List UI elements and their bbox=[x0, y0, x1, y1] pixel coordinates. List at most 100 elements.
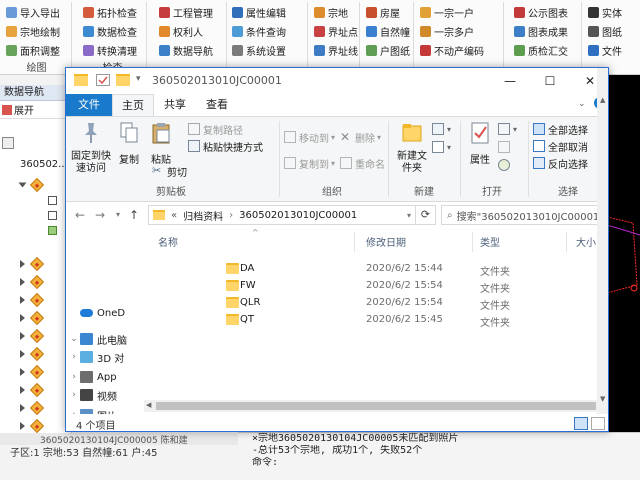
topology-check-button[interactable]: 拓扑检查 bbox=[83, 4, 137, 21]
sheet-button[interactable]: 图纸 bbox=[588, 23, 622, 40]
nav-item-3d-objects[interactable]: › 3D 对 bbox=[68, 348, 124, 366]
file-row[interactable]: FW 2020/6/2 15:54 文件夹 bbox=[144, 278, 596, 295]
column-header-modified[interactable]: 修改日期 bbox=[366, 234, 406, 250]
command-window[interactable]: ×宗地3605020130104JC00005未匹配到照片 -总计53个宗地, … bbox=[238, 432, 640, 480]
tree-root[interactable]: 360502... bbox=[2, 159, 68, 170]
house-button[interactable]: 房屋 bbox=[366, 4, 400, 21]
nav-item-onedrive[interactable]: OneD bbox=[68, 304, 125, 322]
address-bar[interactable]: « 归档资料 › 360502013010JC00001 ▾ bbox=[148, 205, 416, 225]
move-to-button[interactable]: 移动到 ▾ bbox=[284, 129, 335, 145]
column-header-name[interactable]: 名称 bbox=[158, 234, 178, 250]
file-row[interactable]: QT 2020/6/2 15:45 文件夹 bbox=[144, 312, 596, 329]
history-button[interactable] bbox=[498, 157, 513, 173]
boundary-point-button[interactable]: 界址点 bbox=[314, 23, 358, 40]
minimize-button[interactable]: — bbox=[490, 68, 530, 94]
project-manage-button[interactable]: 工程管理 bbox=[159, 4, 213, 21]
nav-item-videos[interactable]: › 视频 bbox=[68, 386, 117, 404]
horizontal-scroll-thumb[interactable] bbox=[156, 402, 596, 410]
properties-button[interactable]: 属性 bbox=[466, 121, 494, 166]
forward-button[interactable]: → bbox=[92, 207, 108, 223]
file-button[interactable]: 文件 bbox=[588, 42, 622, 59]
scroll-down-icon[interactable]: ▼ bbox=[600, 395, 605, 403]
title-bar[interactable]: ▾ 360502013010JC00001 — ☐ ✕ bbox=[66, 68, 608, 94]
command-prompt[interactable]: 命令: bbox=[252, 457, 640, 469]
copy-path-button[interactable]: 复制路径 bbox=[188, 121, 243, 137]
expand-button[interactable]: 展开 bbox=[14, 102, 34, 117]
delete-button[interactable]: ✕ 删除 ▾ bbox=[340, 129, 381, 145]
column-separator[interactable] bbox=[472, 232, 473, 252]
nav-item-this-pc[interactable]: ⌄ 此电脑 bbox=[68, 330, 127, 348]
tab-view[interactable]: 查看 bbox=[198, 94, 236, 116]
paste-shortcut-button[interactable]: 粘贴快捷方式 bbox=[188, 138, 263, 154]
refresh-button[interactable]: ⟳ bbox=[416, 205, 436, 225]
new-folder-quick-icon[interactable] bbox=[116, 74, 130, 86]
up-button[interactable]: ↑ bbox=[126, 207, 142, 223]
entity-button[interactable]: 实体 bbox=[588, 4, 622, 21]
ribbon-expand-icon[interactable]: ⌄ bbox=[578, 99, 586, 109]
file-row[interactable]: DA 2020/6/2 15:44 文件夹 bbox=[144, 261, 596, 278]
breadcrumb-item[interactable]: 归档资料 bbox=[183, 208, 223, 223]
quality-submit-button[interactable]: 质检汇交 bbox=[514, 42, 568, 59]
scroll-up-icon[interactable]: ▲ bbox=[600, 96, 605, 104]
boundary-line-button[interactable]: 界址线 bbox=[314, 42, 358, 59]
public-chart-button[interactable]: 公示图表 bbox=[514, 4, 568, 21]
tree-node[interactable] bbox=[20, 310, 70, 326]
column-separator[interactable] bbox=[354, 232, 355, 252]
tab-file[interactable]: 文件 bbox=[66, 94, 112, 116]
large-icons-view-button[interactable] bbox=[591, 417, 605, 430]
data-navigation-button[interactable]: 数据导航 bbox=[159, 42, 213, 59]
cut-button[interactable]: ✂ 剪切 bbox=[152, 163, 187, 179]
one-parcel-multi-unit-button[interactable]: 一宗多户 bbox=[420, 23, 474, 40]
tree-node[interactable] bbox=[20, 364, 70, 380]
tree-node[interactable] bbox=[18, 177, 70, 193]
scroll-left-icon[interactable]: ◀ bbox=[146, 401, 151, 409]
tree-node[interactable] bbox=[20, 328, 70, 344]
tree-node[interactable] bbox=[20, 274, 70, 290]
edit-button[interactable] bbox=[498, 139, 513, 155]
chart-results-button[interactable]: 图表成果 bbox=[514, 23, 568, 40]
convert-clean-button[interactable]: 转换清理 bbox=[83, 42, 137, 59]
tree-node[interactable] bbox=[20, 400, 70, 416]
tree-child[interactable] bbox=[36, 223, 66, 238]
maximize-button[interactable]: ☐ bbox=[530, 68, 570, 94]
map-canvas[interactable] bbox=[607, 75, 640, 432]
tree-node[interactable] bbox=[20, 346, 70, 362]
parcel-button[interactable]: 宗地 bbox=[314, 4, 348, 21]
easy-access-button[interactable]: ▾ bbox=[432, 139, 451, 155]
vertical-scrollbar[interactable]: ▲ ▼ bbox=[597, 68, 608, 416]
back-button[interactable]: ← bbox=[72, 207, 88, 223]
nav-item-app[interactable]: › App bbox=[68, 368, 117, 386]
horizontal-scrollbar[interactable]: ◀ bbox=[144, 400, 597, 412]
import-export-button[interactable]: 导入导出 bbox=[6, 4, 60, 21]
attribute-edit-button[interactable]: 属性编辑 bbox=[232, 4, 286, 21]
nav-bottom-item[interactable]: 3605020130104JC000005 陈和建 bbox=[0, 433, 238, 446]
condition-query-button[interactable]: 条件查询 bbox=[232, 23, 286, 40]
parcel-draw-button[interactable]: 宗地绘制 bbox=[6, 23, 60, 40]
system-settings-button[interactable]: 系统设置 bbox=[232, 42, 286, 59]
select-all-button[interactable]: 全部选择 bbox=[533, 121, 588, 137]
address-dropdown-icon[interactable]: ▾ bbox=[407, 211, 411, 220]
select-none-button[interactable]: 全部取消 bbox=[533, 138, 588, 154]
new-item-button[interactable]: ▾ bbox=[432, 121, 451, 137]
tree-node[interactable] bbox=[20, 382, 70, 398]
real-estate-code-button[interactable]: 不动产编码 bbox=[420, 42, 484, 59]
breadcrumb-item[interactable]: 360502013010JC00001 bbox=[239, 210, 357, 221]
open-button[interactable]: ▾ bbox=[498, 121, 517, 137]
tree-node[interactable] bbox=[20, 418, 70, 434]
invert-selection-button[interactable]: 反向选择 bbox=[533, 155, 588, 171]
recent-locations-button[interactable]: ▾ bbox=[110, 207, 126, 223]
search-box[interactable]: ⌕ 搜索"360502013010JC00001" bbox=[441, 205, 608, 225]
details-view-button[interactable] bbox=[574, 417, 588, 430]
properties-quick-icon[interactable] bbox=[96, 74, 110, 86]
column-header-type[interactable]: 类型 bbox=[480, 234, 500, 250]
nav-list-icon[interactable] bbox=[2, 137, 14, 149]
column-separator[interactable] bbox=[566, 232, 567, 252]
paste-button[interactable]: 粘贴 bbox=[148, 121, 174, 166]
breadcrumb-overflow[interactable]: « bbox=[171, 210, 177, 221]
tab-home[interactable]: 主页 bbox=[112, 94, 154, 116]
tree-child[interactable] bbox=[36, 208, 66, 223]
pin-quick-access-button[interactable]: 固定到快速访问 bbox=[70, 121, 112, 175]
column-header-size[interactable]: 大小 bbox=[576, 234, 596, 250]
data-check-button[interactable]: 数据检查 bbox=[83, 23, 137, 40]
rename-button[interactable]: 重命名 bbox=[340, 155, 385, 171]
